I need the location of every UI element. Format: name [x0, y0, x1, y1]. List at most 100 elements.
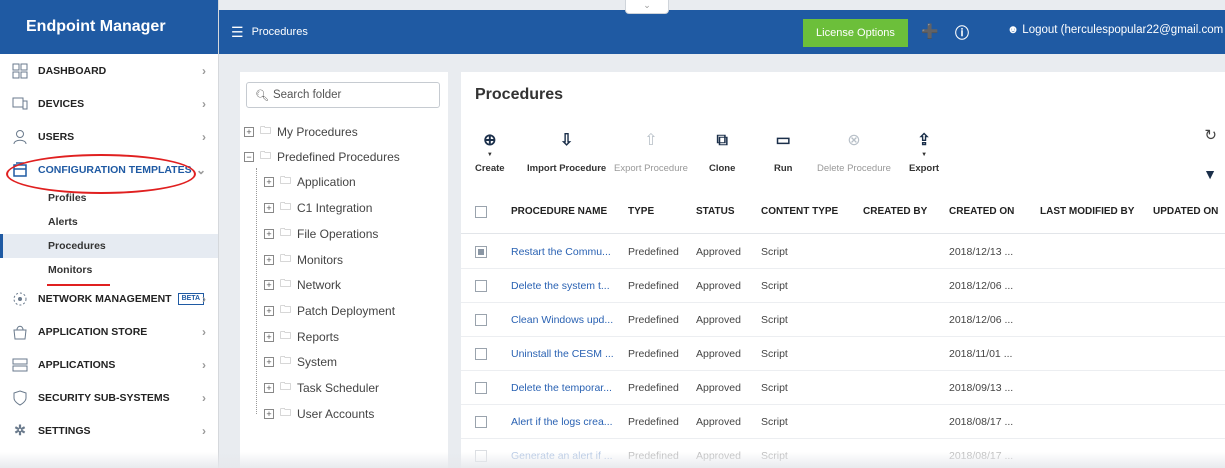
column-header[interactable]: PROCEDURE NAME [511, 206, 607, 217]
row-checkbox[interactable] [475, 382, 487, 394]
tree-item-predefined-procedures[interactable]: − 🗀 Predefined Procedures [244, 147, 400, 166]
row-checkbox[interactable] [475, 280, 487, 292]
sidebar-item-network-management[interactable]: NETWORK MANAGEMENT BETA › [0, 282, 218, 315]
tree-item-application[interactable]: + 🗀 Application [264, 172, 356, 191]
import-procedure-button[interactable]: ⇩ Import Procedure [527, 130, 606, 174]
sidebar-subitem-monitors[interactable]: Monitors [0, 258, 218, 282]
row-checkbox[interactable] [475, 416, 487, 428]
expand-icon[interactable]: + [264, 382, 274, 393]
row-checkbox[interactable] [475, 314, 487, 326]
create-button[interactable]: ⊕ ▼ Create [475, 130, 505, 174]
add-device-icon[interactable]: ➕ [921, 23, 938, 40]
procedure-name-link[interactable]: Clean Windows upd... [511, 314, 613, 326]
type-cell: Predefined [628, 280, 679, 292]
procedure-name-link[interactable]: Delete the system t... [511, 280, 610, 292]
export-button[interactable]: ⇪ ▼ Export [909, 130, 939, 174]
column-header[interactable]: UPDATED ON [1153, 206, 1218, 217]
sidebar-subitem-alerts[interactable]: Alerts [0, 210, 218, 234]
column-header[interactable]: STATUS [696, 206, 735, 217]
table-row[interactable]: Delete the temporar... Predefined Approved… [461, 371, 1225, 405]
sidebar-item-application-store[interactable]: APPLICATION STORE › [0, 315, 218, 348]
expand-icon[interactable]: + [244, 126, 254, 137]
sidebar-item-applications[interactable]: APPLICATIONS › [0, 348, 218, 381]
expand-icon[interactable]: + [264, 176, 274, 187]
expand-icon[interactable]: + [264, 279, 274, 290]
expand-icon[interactable]: + [264, 305, 274, 316]
tree-item-system[interactable]: + 🗀 System [264, 352, 337, 371]
sidebar-subitem-profiles[interactable]: Profiles [0, 186, 218, 210]
column-header[interactable]: CREATED ON [949, 206, 1014, 217]
sidebar-item-label: SETTINGS [38, 424, 91, 437]
hamburger-menu-icon[interactable]: ☰ [231, 24, 244, 41]
run-button[interactable]: ▭ Run [774, 130, 792, 174]
table-row[interactable]: Alert if the logs crea... Predefined Appro… [461, 405, 1225, 439]
procedure-name-link[interactable]: Delete the temporar... [511, 382, 612, 394]
content-type-cell: Script [761, 246, 788, 258]
status-cell: Approved [696, 348, 741, 360]
tree-item-c1-integration[interactable]: + 🗀 C1 Integration [264, 198, 372, 217]
chevron-right-icon: › [202, 96, 206, 111]
delete-procedure-button[interactable]: ⊗ Delete Procedure [817, 130, 891, 174]
sidebar-item-settings[interactable]: ✲ SETTINGS › [0, 414, 218, 447]
procedure-name-link[interactable]: Restart the Commu... [511, 246, 611, 258]
tree-item-patch-deployment[interactable]: + 🗀 Patch Deployment [264, 301, 395, 320]
column-header[interactable]: CREATED BY [863, 206, 927, 217]
tree-item-file-operations[interactable]: + 🗀 File Operations [264, 224, 378, 243]
collapse-header-tab[interactable]: ⌄ [625, 0, 669, 14]
export-procedure-button[interactable]: ⇧ Export Procedure [614, 130, 688, 174]
tree-item-user-accounts[interactable]: + 🗀 User Accounts [264, 404, 374, 423]
expand-icon[interactable]: + [264, 202, 274, 213]
chevron-down-icon: ▼ [486, 152, 493, 158]
logout-link[interactable]: ☻ Logout (herculespopular22@gmail.com [1007, 24, 1223, 36]
bottom-fade [0, 452, 1225, 468]
row-checkbox[interactable] [475, 246, 487, 258]
procedure-name-link[interactable]: Alert if the logs crea... [511, 416, 613, 428]
tree-item-label: File Operations [297, 226, 379, 241]
procedure-name-link[interactable]: Uninstall the CESM ... [511, 348, 614, 360]
expand-icon[interactable]: + [264, 331, 274, 342]
chevron-right-icon: › [202, 63, 206, 78]
tree-item-my-procedures[interactable]: + 🗀 My Procedures [244, 122, 358, 141]
tree-item-reports[interactable]: + 🗀 Reports [264, 327, 339, 346]
tree-item-monitors[interactable]: + 🗀 Monitors [264, 250, 343, 269]
tree-item-network[interactable]: + 🗀 Network [264, 275, 341, 294]
sidebar-item-label: CONFIGURATION TEMPLATES [38, 163, 192, 176]
toolbar-label: Create [475, 163, 505, 174]
tree-item-label: C1 Integration [297, 200, 373, 215]
sidebar-item-configuration-templates[interactable]: CONFIGURATION TEMPLATES ⌄ [0, 153, 218, 186]
sidebar-subitem-procedures[interactable]: Procedures [0, 234, 218, 258]
expand-icon[interactable]: + [264, 356, 274, 367]
license-options-button[interactable]: License Options [803, 19, 908, 47]
column-header[interactable]: CONTENT TYPE [761, 206, 838, 217]
select-all-checkbox[interactable] [475, 206, 487, 218]
table-row[interactable]: Restart the Commu... Predefined Approved Sc… [461, 235, 1225, 269]
tree-item-label: Patch Deployment [297, 303, 396, 318]
column-header[interactable]: LAST MODIFIED BY [1040, 206, 1134, 217]
help-icon[interactable]: ⓘ [955, 23, 969, 43]
table-row[interactable]: Uninstall the CESM ... Predefined Approved… [461, 337, 1225, 371]
sidebar-item-security-sub-systems[interactable]: SECURITY SUB-SYSTEMS › [0, 381, 218, 414]
row-checkbox[interactable] [475, 348, 487, 360]
tree-item-label: Predefined Procedures [277, 149, 400, 164]
filter-icon[interactable]: ▼ [1203, 166, 1217, 182]
sidebar-item-dashboard[interactable]: DASHBOARD › [0, 54, 218, 87]
clone-button[interactable]: ⧉ Clone [709, 130, 735, 174]
tree-item-task-scheduler[interactable]: + 🗀 Task Scheduler [264, 378, 379, 397]
created-on-cell: 2018/12/06 ... [949, 314, 1014, 326]
tree-item-label: Monitors [297, 252, 344, 267]
logout-label: Logout (herculespopular22@gmail.com [1022, 24, 1224, 36]
expand-icon[interactable]: + [264, 228, 274, 239]
toolbar-label: Clone [709, 163, 736, 174]
sidebar-item-devices[interactable]: DEVICES › [0, 87, 218, 120]
column-header[interactable]: TYPE [628, 206, 654, 217]
search-placeholder: Search folder [272, 89, 342, 101]
table-row[interactable]: Clean Windows upd... Predefined Approved Sc… [461, 303, 1225, 337]
refresh-icon[interactable]: ↻ [1204, 126, 1217, 144]
search-folder-input[interactable]: 🔍︎ Search folder [246, 82, 440, 108]
sidebar-item-users[interactable]: USERS › [0, 120, 218, 153]
table-row[interactable]: Delete the system t... Predefined Approved… [461, 269, 1225, 303]
expand-icon[interactable]: + [264, 254, 274, 265]
collapse-icon[interactable]: − [244, 151, 254, 162]
expand-icon[interactable]: + [264, 408, 274, 419]
status-cell: Approved [696, 280, 741, 292]
